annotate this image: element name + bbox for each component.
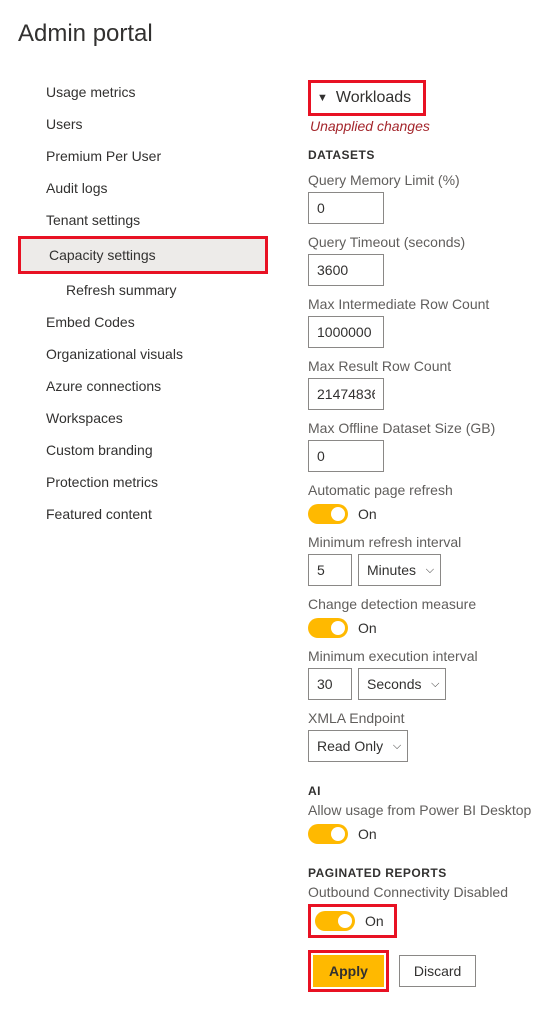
max-offline-dataset-size-input[interactable] — [308, 440, 384, 472]
highlight-outbound-toggle: On — [308, 904, 397, 938]
ai-allow-usage-label: Allow usage from Power BI Desktop — [308, 802, 557, 818]
minimum-refresh-interval-unit-select[interactable]: Minutes ⌵ — [358, 554, 441, 586]
page-title: Admin portal — [18, 20, 557, 48]
sidebar-item-azure-connections[interactable]: Azure connections — [18, 370, 268, 402]
max-intermediate-row-count-label: Max Intermediate Row Count — [308, 296, 557, 312]
query-memory-limit-label: Query Memory Limit (%) — [308, 172, 557, 188]
triangle-down-icon: ▼ — [317, 92, 328, 104]
change-detection-measure-state: On — [358, 620, 377, 636]
query-timeout-input[interactable] — [308, 254, 384, 286]
automatic-page-refresh-toggle[interactable] — [308, 504, 348, 524]
max-result-row-count-input[interactable] — [308, 378, 384, 410]
workloads-header[interactable]: ▼ Workloads — [313, 85, 421, 111]
sidebar-item-audit-logs[interactable]: Audit logs — [18, 172, 268, 204]
ai-allow-usage-toggle[interactable] — [308, 824, 348, 844]
sidebar-item-usage-metrics[interactable]: Usage metrics — [18, 76, 268, 108]
sidebar-item-custom-branding[interactable]: Custom branding — [18, 434, 268, 466]
sidebar-item-organizational-visuals[interactable]: Organizational visuals — [18, 338, 268, 370]
outbound-connectivity-label: Outbound Connectivity Disabled — [308, 884, 557, 900]
outbound-connectivity-state: On — [365, 913, 384, 929]
minimum-refresh-interval-unit-value: Minutes — [367, 562, 416, 578]
apply-button[interactable]: Apply — [313, 955, 384, 987]
discard-button[interactable]: Discard — [399, 955, 476, 987]
main-content: ▼ Workloads Unapplied changes DATASETS Q… — [308, 76, 557, 992]
sidebar-item-featured-content[interactable]: Featured content — [18, 498, 268, 530]
max-result-row-count-label: Max Result Row Count — [308, 358, 557, 374]
minimum-execution-interval-input[interactable] — [308, 668, 352, 700]
unapplied-changes-label: Unapplied changes — [310, 118, 557, 134]
sidebar-item-users[interactable]: Users — [18, 108, 268, 140]
sidebar-item-workspaces[interactable]: Workspaces — [18, 402, 268, 434]
query-memory-limit-input[interactable] — [308, 192, 384, 224]
chevron-down-icon: ⌵ — [426, 564, 434, 577]
change-detection-measure-label: Change detection measure — [308, 596, 557, 612]
ai-heading: AI — [308, 784, 557, 798]
xmla-endpoint-value: Read Only — [317, 738, 383, 754]
highlight-apply: Apply — [308, 950, 389, 992]
datasets-heading: DATASETS — [308, 148, 557, 162]
chevron-down-icon: ⌵ — [393, 740, 401, 753]
max-offline-dataset-size-label: Max Offline Dataset Size (GB) — [308, 420, 557, 436]
highlight-workloads: ▼ Workloads — [308, 80, 426, 116]
outbound-connectivity-toggle[interactable] — [315, 911, 355, 931]
minimum-execution-interval-unit-value: Seconds — [367, 676, 421, 692]
sidebar-item-protection-metrics[interactable]: Protection metrics — [18, 466, 268, 498]
query-timeout-label: Query Timeout (seconds) — [308, 234, 557, 250]
highlight-capacity-settings: Capacity settings — [18, 236, 268, 274]
paginated-reports-heading: PAGINATED REPORTS — [308, 866, 557, 880]
automatic-page-refresh-label: Automatic page refresh — [308, 482, 557, 498]
sidebar-item-premium-per-user[interactable]: Premium Per User — [18, 140, 268, 172]
max-intermediate-row-count-input[interactable] — [308, 316, 384, 348]
sidebar-item-embed-codes[interactable]: Embed Codes — [18, 306, 268, 338]
sidebar-item-capacity-settings[interactable]: Capacity settings — [21, 239, 265, 271]
sidebar-item-tenant-settings[interactable]: Tenant settings — [18, 204, 268, 236]
workloads-title: Workloads — [336, 89, 411, 107]
sidebar: Usage metrics Users Premium Per User Aud… — [18, 76, 268, 992]
xmla-endpoint-label: XMLA Endpoint — [308, 710, 557, 726]
ai-allow-usage-state: On — [358, 826, 377, 842]
sidebar-sub-refresh-summary[interactable]: Refresh summary — [18, 274, 268, 306]
change-detection-measure-toggle[interactable] — [308, 618, 348, 638]
minimum-execution-interval-unit-select[interactable]: Seconds ⌵ — [358, 668, 446, 700]
xmla-endpoint-select[interactable]: Read Only ⌵ — [308, 730, 408, 762]
minimum-refresh-interval-input[interactable] — [308, 554, 352, 586]
minimum-execution-interval-label: Minimum execution interval — [308, 648, 557, 664]
chevron-down-icon: ⌵ — [431, 678, 439, 691]
automatic-page-refresh-state: On — [358, 506, 377, 522]
minimum-refresh-interval-label: Minimum refresh interval — [308, 534, 557, 550]
